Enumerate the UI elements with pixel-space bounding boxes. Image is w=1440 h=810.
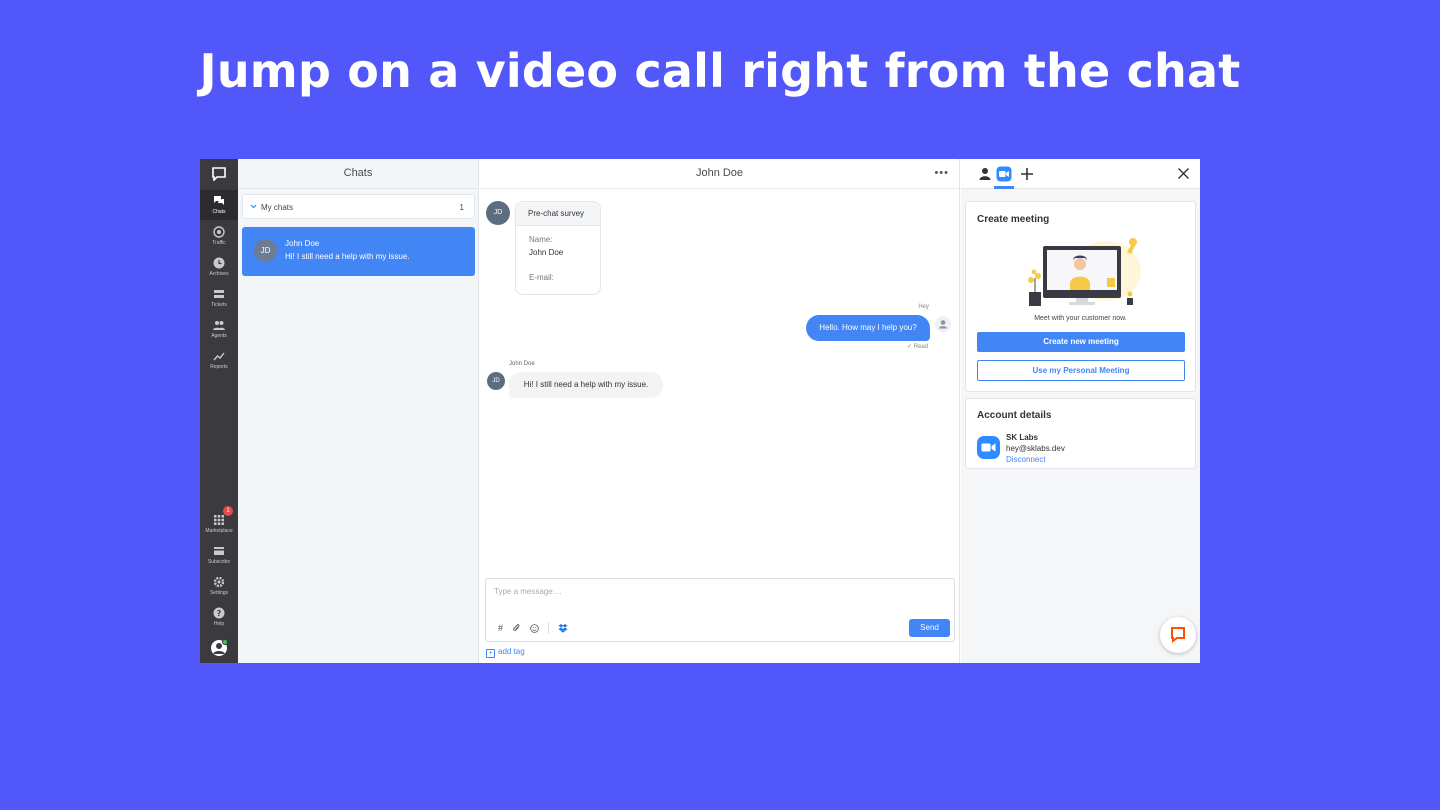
group-count: 1 [459, 203, 464, 212]
chats-list-panel: Chats My chats 1 JD John Doe Hi! I still… [238, 159, 479, 663]
read-receipt: ✓ Read [907, 344, 929, 350]
disconnect-link[interactable]: Disconnect [1006, 455, 1046, 464]
customer-tab-icon[interactable] [977, 166, 993, 182]
hashtag-icon[interactable]: # [498, 623, 503, 633]
survey-email-label: E-mail: [529, 273, 554, 282]
avatar: JD [254, 239, 277, 262]
page-headline: Jump on a video call right from the chat [199, 44, 1241, 98]
nav-item-reports[interactable]: Reports [200, 345, 238, 375]
account-name: SK Labs [1006, 433, 1039, 442]
nav-item-tickets[interactable]: Tickets [200, 283, 238, 313]
nav-item-subscribe[interactable]: Subscribe [200, 540, 238, 570]
add-tag-link[interactable]: + add tag [486, 647, 525, 658]
use-personal-meeting-button[interactable]: Use my Personal Meeting [977, 360, 1185, 381]
survey-name-label: Name: [529, 235, 553, 244]
avatar: JD [486, 201, 510, 225]
message-input[interactable]: Type a message.... [494, 587, 562, 596]
zoom-logo [977, 436, 1000, 459]
chevron-down-icon [250, 204, 257, 209]
pre-chat-survey-card: Pre-chat survey Name: John Doe E-mail: [515, 201, 601, 295]
message-author: Hey [918, 304, 929, 310]
agents-icon [213, 321, 225, 330]
message-author: John Doe [509, 361, 535, 367]
create-meeting-title: Create meeting [977, 214, 1050, 225]
chat-widget-button[interactable] [1160, 617, 1196, 653]
nav-item-help[interactable]: ? Help [200, 602, 238, 632]
send-button[interactable]: Send [909, 619, 950, 637]
video-meeting-illustration [1028, 238, 1141, 306]
chat-list-item[interactable]: JD John Doe Hi! I still need a help with… [242, 227, 475, 276]
emoji-icon[interactable] [530, 623, 539, 633]
livechat-logo-icon [212, 167, 226, 181]
side-nav: Chats Traffic Archives Tickets Agents Re… [200, 159, 238, 663]
add-tag-label: add tag [498, 647, 525, 656]
reports-icon [213, 352, 225, 361]
settings-icon [213, 576, 225, 588]
conversation-title: John Doe [480, 159, 959, 189]
nav-item-traffic[interactable]: Traffic [200, 221, 238, 251]
account-details-card: Account details SK Labs hey@sklabs.dev D… [965, 398, 1196, 469]
details-tabs [961, 159, 1200, 189]
conversation-panel: John Doe ••• JD Pre-chat survey Name: Jo… [480, 159, 960, 663]
user-icon [939, 320, 947, 329]
notification-badge: 1 [223, 506, 233, 516]
account-email: hey@sklabs.dev [1006, 444, 1065, 453]
attachment-icon[interactable] [512, 623, 521, 633]
more-options-icon[interactable]: ••• [934, 167, 949, 179]
nav-item-settings[interactable]: Settings [200, 571, 238, 601]
close-icon[interactable] [1177, 167, 1190, 180]
subscribe-icon [214, 547, 224, 555]
nav-item-archives[interactable]: Archives [200, 252, 238, 282]
agent-avatar [935, 316, 951, 332]
message-composer[interactable]: Type a message.... # Send [485, 578, 955, 642]
help-icon: ? [213, 607, 225, 619]
marketplace-icon [214, 515, 224, 525]
chats-icon [214, 196, 224, 205]
survey-name-value: John Doe [529, 248, 564, 257]
traffic-icon [213, 226, 225, 238]
group-label: My chats [261, 203, 294, 212]
create-meeting-card: Create meeting Meet with your customer n… [965, 201, 1196, 392]
account-details-title: Account details [977, 410, 1052, 421]
active-tab-indicator [994, 186, 1014, 189]
archives-icon [213, 257, 225, 269]
create-new-meeting-button[interactable]: Create new meeting [977, 332, 1185, 352]
chat-last-message: Hi! I still need a help with my issue. [285, 252, 410, 261]
add-app-tab-icon[interactable] [1019, 166, 1035, 182]
nav-item-marketplace[interactable]: Marketplace 1 [200, 506, 238, 539]
nav-item-chats[interactable]: Chats [200, 190, 238, 220]
toolbar-divider [548, 622, 550, 634]
agent-message-bubble: Hello. How may I help you? [806, 315, 930, 341]
tickets-icon [214, 290, 224, 298]
online-status-dot [222, 639, 228, 645]
chats-panel-title: Chats [238, 159, 478, 189]
chat-bubble-icon [1171, 627, 1185, 643]
plus-icon: + [486, 649, 495, 658]
zoom-tab-icon[interactable] [996, 166, 1012, 182]
nav-item-agents[interactable]: Agents [200, 314, 238, 344]
video-camera-icon [981, 443, 996, 452]
svg-text:?: ? [217, 609, 222, 618]
dropbox-icon[interactable] [558, 623, 568, 633]
avatar: JD [487, 372, 505, 390]
chat-customer-name: John Doe [285, 239, 320, 248]
survey-title: Pre-chat survey [516, 202, 600, 226]
create-meeting-caption: Meet with your customer now. [1034, 315, 1127, 322]
app-window: Chats Traffic Archives Tickets Agents Re… [200, 159, 1200, 663]
composer-toolbar: # [498, 621, 568, 635]
customer-message-bubble: Hi! I still need a help with my issue. [509, 372, 663, 398]
details-panel: Create meeting Meet with your customer n… [961, 159, 1200, 663]
my-chats-group[interactable]: My chats 1 [242, 194, 475, 219]
